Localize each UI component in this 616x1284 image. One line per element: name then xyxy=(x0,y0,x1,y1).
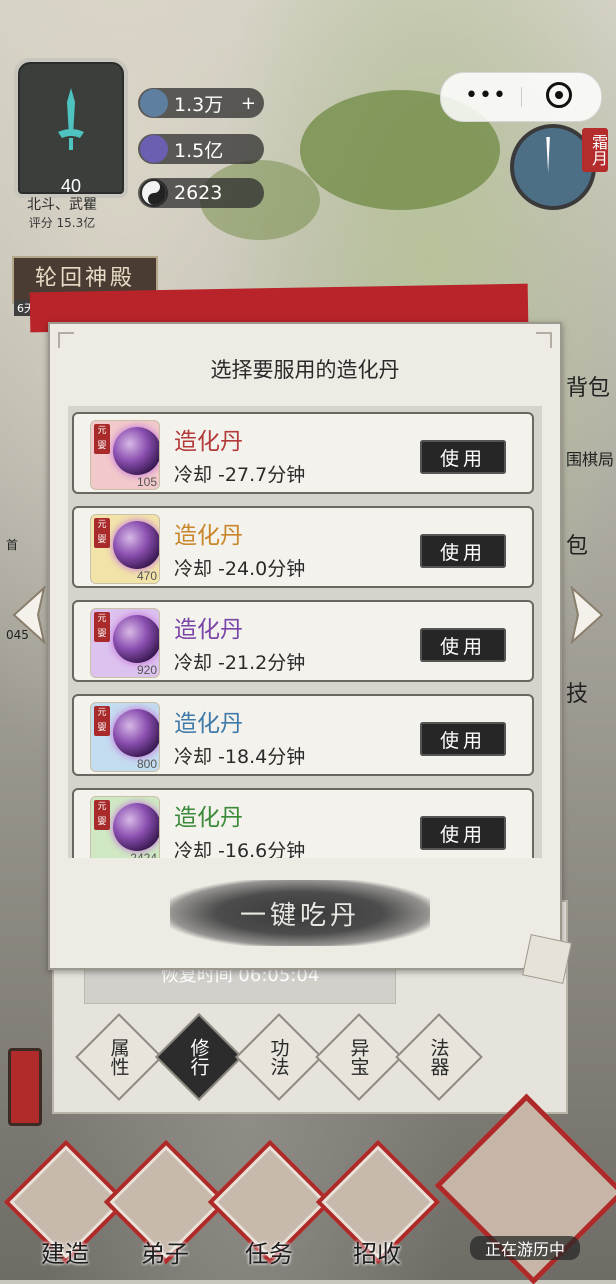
pill-cooldown: 冷却 -27.7分钟 xyxy=(174,464,306,486)
pill-list[interactable]: 元婴 105 造化丹 冷却 -27.7分钟 使用 元婴 470 造化丹 冷却 -… xyxy=(68,406,542,858)
pill-name: 造化丹 xyxy=(174,523,243,549)
use-button[interactable]: 使用 xyxy=(420,722,506,756)
tab-label: 功法 xyxy=(267,1038,290,1076)
resource-yinyang[interactable]: 2623 xyxy=(138,178,264,208)
tab-artifacts[interactable]: 法器 xyxy=(395,1013,483,1101)
pill-item: 元婴 920 造化丹 冷却 -21.2分钟 使用 xyxy=(72,600,534,682)
pill-count: 800 xyxy=(136,757,157,771)
pill-icon xyxy=(113,521,159,569)
sect-emblem[interactable]: 40 xyxy=(14,58,128,198)
pill-item: 元婴 2424 造化丹 冷却 -16.6分钟 使用 xyxy=(72,788,534,858)
player-name-plate: 北斗、武瞿 评分 15.3亿 xyxy=(10,196,114,232)
pill-icon xyxy=(113,709,159,757)
next-arrow-icon[interactable] xyxy=(570,586,606,644)
resource-value: 1.5亿 xyxy=(174,139,224,162)
pill-thumbnail: 元婴 920 xyxy=(90,608,160,678)
dialog-title: 选择要服用的造化丹 xyxy=(210,358,400,382)
pill-count: 2424 xyxy=(130,851,157,858)
tab-treasures[interactable]: 异宝 xyxy=(315,1013,403,1101)
tab-label: 属性 xyxy=(107,1038,130,1076)
pill-cooldown: 冷却 -21.2分钟 xyxy=(174,652,306,674)
crystal-icon xyxy=(140,135,168,163)
travel-status: 正在游历中 xyxy=(470,1236,580,1260)
realm-tag: 元婴 xyxy=(94,800,110,830)
nav-tasks-label: 任务 xyxy=(245,1240,293,1268)
realm-tag: 元婴 xyxy=(94,612,110,642)
scroll-icon[interactable] xyxy=(8,1048,42,1126)
season-badge: 霜月 xyxy=(582,128,608,172)
resource-value: 2623 xyxy=(174,182,223,204)
player-name: 北斗、武瞿 xyxy=(27,197,97,213)
realm-tag: 元婴 xyxy=(94,518,110,548)
pill-count: 105 xyxy=(136,475,157,489)
pill-icon xyxy=(113,803,159,851)
one-click-eat-button[interactable]: 一键吃丹 xyxy=(170,880,430,946)
corner-ornament xyxy=(58,332,74,348)
pill-cooldown: 冷却 -24.0分钟 xyxy=(174,558,306,580)
panel-tabs: 属性 修行 功法 异宝 法器 xyxy=(75,1013,483,1101)
side-right-label[interactable]: 围棋局 xyxy=(566,446,614,470)
side-right-label[interactable]: 背包 xyxy=(566,370,610,402)
pill-item: 元婴 800 造化丹 冷却 -18.4分钟 使用 xyxy=(72,694,534,776)
tab-label: 修行 xyxy=(187,1038,210,1076)
pill-count: 470 xyxy=(136,569,157,583)
pill-name: 造化丹 xyxy=(174,805,243,831)
close-miniprogram-icon[interactable] xyxy=(546,82,572,108)
miniprogram-capsule: ••• xyxy=(440,72,602,122)
resource-crystal[interactable]: 1.5亿 xyxy=(138,134,264,164)
pill-select-dialog: 选择要服用的造化丹 元婴 105 造化丹 冷却 -27.7分钟 使用 元婴 47… xyxy=(48,322,572,984)
pill-name: 造化丹 xyxy=(174,617,243,643)
corner-ornament xyxy=(536,332,552,348)
player-level: 40 xyxy=(60,176,82,196)
pill-thumbnail: 元婴 800 xyxy=(90,702,160,772)
tab-label: 法器 xyxy=(427,1038,450,1076)
use-button[interactable]: 使用 xyxy=(420,628,506,662)
spirit-stone-icon xyxy=(140,89,168,117)
side-right-label[interactable]: 包 xyxy=(566,528,588,560)
side-left-label[interactable]: 首 xyxy=(6,536,18,553)
capsule-divider xyxy=(521,87,522,107)
pill-icon xyxy=(113,427,159,475)
use-button[interactable]: 使用 xyxy=(420,440,506,474)
realm-tag: 元婴 xyxy=(94,424,110,454)
pill-cooldown: 冷却 -18.4分钟 xyxy=(174,746,306,768)
pill-name: 造化丹 xyxy=(174,429,243,455)
prev-arrow-icon[interactable] xyxy=(10,586,46,644)
player-score: 评分 15.3亿 xyxy=(28,216,96,230)
use-button[interactable]: 使用 xyxy=(420,534,506,568)
resource-value: 1.3万 xyxy=(174,93,224,116)
pill-thumbnail: 元婴 470 xyxy=(90,514,160,584)
tab-label: 异宝 xyxy=(347,1038,370,1076)
pill-item: 元婴 105 造化丹 冷却 -27.7分钟 使用 xyxy=(72,412,534,494)
realm-tag: 元婴 xyxy=(94,706,110,736)
resource-spirit[interactable]: 1.3万 + xyxy=(138,88,264,118)
page-fold xyxy=(522,934,572,984)
pill-icon xyxy=(113,615,159,663)
nav-build-label: 建造 xyxy=(41,1240,89,1268)
pill-cooldown: 冷却 -16.6分钟 xyxy=(174,840,306,858)
side-right-label[interactable]: 技 xyxy=(566,676,588,708)
pill-thumbnail: 元婴 105 xyxy=(90,420,160,490)
pill-name: 造化丹 xyxy=(174,711,243,737)
tab-techniques[interactable]: 功法 xyxy=(235,1013,323,1101)
more-icon[interactable]: ••• xyxy=(465,85,506,109)
pill-item: 元婴 470 造化丹 冷却 -24.0分钟 使用 xyxy=(72,506,534,588)
add-icon[interactable]: + xyxy=(241,93,256,114)
sword-icon xyxy=(58,88,84,150)
nav-recruit-label: 招收 xyxy=(353,1240,401,1268)
pill-count: 920 xyxy=(136,663,157,677)
yinyang-icon xyxy=(140,179,168,207)
tab-cultivation[interactable]: 修行 xyxy=(155,1013,243,1101)
use-button[interactable]: 使用 xyxy=(420,816,506,850)
tab-attributes[interactable]: 属性 xyxy=(75,1013,163,1101)
nav-disciples-label: 弟子 xyxy=(141,1240,189,1268)
pill-thumbnail: 元婴 2424 xyxy=(90,796,160,858)
